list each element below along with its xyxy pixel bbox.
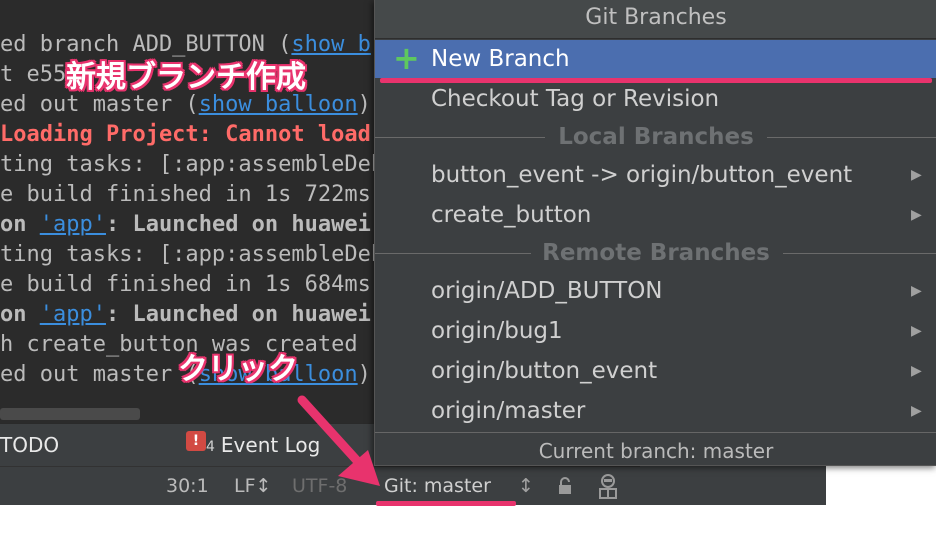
caret-position[interactable]: 30:1 <box>166 475 209 497</box>
branch-label: origin/master <box>431 398 586 424</box>
remote-branches-header: Remote Branches <box>375 234 936 272</box>
log-text: ting tasks: [:app:assembleDebug] <box>0 242 424 267</box>
log-line: e build finished in 1s 722ms <box>0 180 371 210</box>
line-separator[interactable]: LF↕ <box>234 475 271 497</box>
annotation-arrow-icon <box>297 395 380 486</box>
current-branch-footer: Current branch: master <box>375 432 936 466</box>
git-widget-underline <box>376 501 516 506</box>
annotation-new-branch: 新規ブランチ作成 <box>66 60 306 95</box>
tab-todo[interactable]: TODO <box>0 424 59 466</box>
log-text: ed out master ( <box>0 362 199 387</box>
log-text: : Launched on huawei <box>105 212 371 237</box>
inspector-icon[interactable] <box>596 473 620 504</box>
log-link[interactable]: 'app' <box>40 212 106 237</box>
branch-label: button_event -> origin/button_event <box>431 162 853 188</box>
branch-item-remote-2[interactable]: origin/button_event ▶ <box>375 352 936 390</box>
lock-icon[interactable] <box>556 477 574 500</box>
submenu-arrow-icon: ▶ <box>911 323 922 339</box>
new-branch-item[interactable]: + New Branch <box>375 39 936 78</box>
submenu-arrow-icon: ▶ <box>911 283 922 299</box>
log-text: on <box>0 302 40 327</box>
horizontal-scrollbar[interactable] <box>0 408 140 420</box>
branch-item-local-1[interactable]: create_button ▶ <box>375 196 936 234</box>
log-line: ting tasks: [:app:assembleDebug] <box>0 240 424 270</box>
submenu-arrow-icon: ▶ <box>911 363 922 379</box>
branch-label: origin/ADD_BUTTON <box>431 278 663 304</box>
submenu-arrow-icon: ▶ <box>911 403 922 419</box>
new-branch-underline <box>380 78 932 83</box>
checkout-tag-label: Checkout Tag or Revision <box>431 86 720 112</box>
branch-item-local-0[interactable]: button_event -> origin/button_event ▶ <box>375 156 936 194</box>
branch-label: origin/button_event <box>431 358 658 384</box>
log-line: on 'app': Launched on huawei <box>0 300 371 330</box>
warning-icon: ! <box>186 430 206 451</box>
log-text: : Launched on huawei <box>105 302 371 327</box>
submenu-arrow-icon: ▶ <box>911 167 922 183</box>
todo-label: TODO <box>0 433 60 457</box>
branch-item-remote-3[interactable]: origin/master ▶ <box>375 392 936 430</box>
branch-label: origin/bug1 <box>431 318 563 344</box>
log-line: on 'app': Launched on huawei <box>0 210 371 240</box>
branch-item-remote-1[interactable]: origin/bug1 ▶ <box>375 312 936 350</box>
log-text: e build finished in 1s 722ms <box>0 182 371 207</box>
git-branches-popup: Git Branches + New Branch Checkout Tag o… <box>374 0 936 466</box>
plus-icon: + <box>393 39 420 77</box>
log-line: ting tasks: [:app:assembleDebug] <box>0 150 424 180</box>
submenu-arrow-icon: ▶ <box>911 207 922 223</box>
git-widget-arrow[interactable]: ↕ <box>518 475 534 497</box>
branch-label: create_button <box>431 202 592 228</box>
log-text: ) <box>357 362 371 387</box>
log-line: e build finished in 1s 684ms <box>0 270 371 300</box>
right-panel <box>640 466 826 505</box>
local-branches-label: Local Branches <box>558 124 754 150</box>
log-text: e build finished in 1s 684ms <box>0 272 371 297</box>
popup-title: Git Branches <box>375 0 936 39</box>
branch-item-remote-0[interactable]: origin/ADD_BUTTON ▶ <box>375 272 936 310</box>
log-link[interactable]: 'app' <box>40 302 106 327</box>
local-branches-header: Local Branches <box>375 118 936 156</box>
log-text: on <box>0 212 40 237</box>
annotation-click: クリック <box>178 352 298 387</box>
new-branch-label: New Branch <box>431 46 570 72</box>
log-text: ) <box>357 92 371 117</box>
git-branch-widget[interactable]: Git: master <box>384 475 491 497</box>
log-text: ting tasks: [:app:assembleDebug] <box>0 152 424 177</box>
checkout-tag-item[interactable]: Checkout Tag or Revision <box>375 80 936 118</box>
remote-branches-label: Remote Branches <box>542 240 770 266</box>
event-count: 4 <box>206 438 215 455</box>
